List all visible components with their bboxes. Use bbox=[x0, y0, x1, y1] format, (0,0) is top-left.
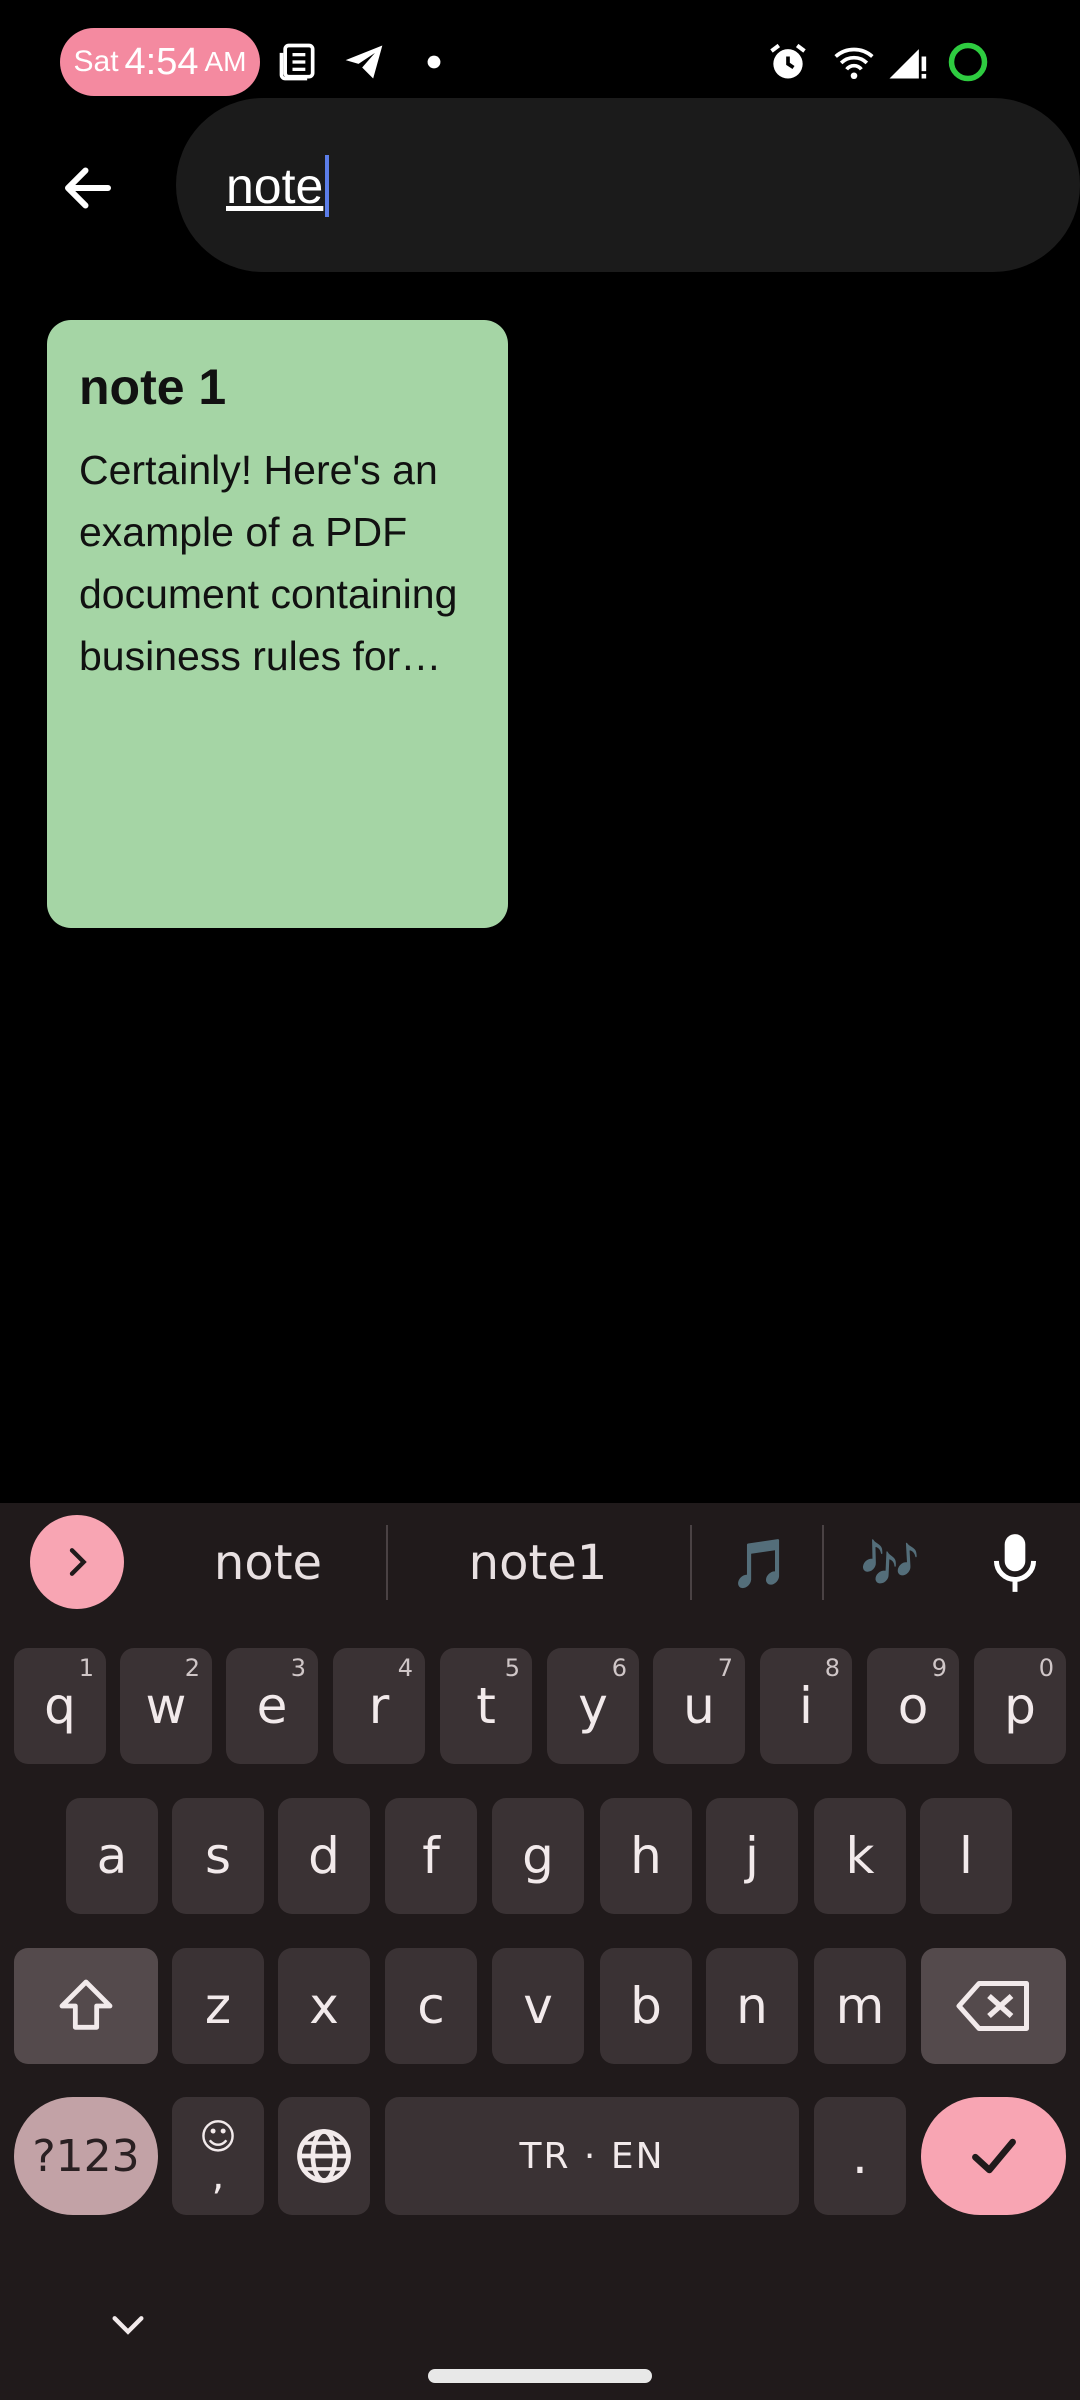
smiley-icon: ☺ bbox=[199, 2117, 237, 2158]
suggestion-1[interactable]: note bbox=[150, 1530, 386, 1596]
key-label: u bbox=[683, 1677, 715, 1735]
key-t[interactable]: t5 bbox=[440, 1648, 532, 1764]
status-day: Sat bbox=[73, 45, 119, 78]
key-label: o bbox=[897, 1677, 929, 1735]
key-x[interactable]: x bbox=[278, 1948, 370, 2064]
key-label: p bbox=[1004, 1677, 1036, 1735]
key-y[interactable]: y6 bbox=[547, 1648, 639, 1764]
key-hint: 6 bbox=[611, 1654, 627, 1682]
telegram-icon bbox=[345, 45, 383, 79]
key-hint: 1 bbox=[78, 1654, 94, 1682]
suggestion-divider bbox=[690, 1525, 692, 1600]
key-hint: 8 bbox=[824, 1654, 840, 1682]
key-b[interactable]: b bbox=[600, 1948, 692, 2064]
hide-keyboard-chevron-icon[interactable] bbox=[108, 2310, 148, 2340]
note-title: note 1 bbox=[79, 359, 227, 415]
key-o[interactable]: o9 bbox=[867, 1648, 959, 1764]
key-hint: 9 bbox=[931, 1654, 947, 1682]
key-r[interactable]: r4 bbox=[333, 1648, 425, 1764]
key-d[interactable]: d bbox=[278, 1798, 370, 1914]
battery-ring-icon bbox=[948, 42, 988, 82]
key-hint: 2 bbox=[184, 1654, 200, 1682]
key-label: w bbox=[145, 1677, 187, 1735]
status-ampm: AM bbox=[204, 46, 247, 77]
backspace-key[interactable] bbox=[921, 1948, 1066, 2064]
checkmark-icon bbox=[971, 2138, 1016, 2174]
emoji-comma-key[interactable]: ☺ , bbox=[172, 2097, 264, 2215]
search-input[interactable]: note bbox=[226, 150, 330, 222]
key-e[interactable]: e3 bbox=[226, 1648, 318, 1764]
suggestion-divider bbox=[822, 1525, 824, 1600]
key-z[interactable]: z bbox=[172, 1948, 264, 2064]
space-bar[interactable]: TR · EN bbox=[385, 2097, 799, 2215]
text-cursor bbox=[325, 155, 330, 217]
key-hint: 3 bbox=[290, 1654, 306, 1682]
shift-key[interactable] bbox=[14, 1948, 158, 2064]
period-key[interactable]: . bbox=[814, 2097, 906, 2215]
news-icon bbox=[279, 43, 315, 81]
emoji-suggestion-music-note[interactable]: 🎵 bbox=[700, 1530, 820, 1596]
key-label: q bbox=[44, 1677, 76, 1735]
key-k[interactable]: k bbox=[814, 1798, 906, 1914]
key-label: i bbox=[799, 1677, 813, 1735]
shift-arrow-icon bbox=[59, 1979, 113, 2030]
gesture-nav-handle[interactable] bbox=[428, 2369, 652, 2383]
globe-icon bbox=[297, 2129, 351, 2183]
note-body: Certainly! Here's an example of a PDF do… bbox=[79, 447, 458, 679]
microphone-icon[interactable] bbox=[990, 1530, 1040, 1596]
backspace-icon bbox=[956, 1981, 1029, 2031]
key-p[interactable]: p0 bbox=[974, 1648, 1066, 1764]
key-label: r bbox=[368, 1677, 390, 1735]
key-s[interactable]: s bbox=[172, 1798, 264, 1914]
search-query: note bbox=[226, 158, 324, 214]
comma-label: , bbox=[211, 2153, 225, 2199]
note-card[interactable]: note 1 Certainly! Here's an example of a… bbox=[47, 320, 508, 928]
key-hint: 5 bbox=[504, 1654, 520, 1682]
key-g[interactable]: g bbox=[492, 1798, 584, 1914]
suggestion-2[interactable]: note1 bbox=[388, 1530, 688, 1596]
key-f[interactable]: f bbox=[385, 1798, 477, 1914]
key-hint: 0 bbox=[1038, 1654, 1054, 1682]
key-m[interactable]: m bbox=[814, 1948, 906, 2064]
key-label: y bbox=[578, 1677, 608, 1735]
emoji-suggestion-music-notes[interactable]: 🎶 bbox=[830, 1530, 950, 1596]
status-time: 4:54 bbox=[124, 40, 199, 83]
key-label: e bbox=[256, 1677, 288, 1735]
key-w[interactable]: w2 bbox=[120, 1648, 212, 1764]
alarm-icon bbox=[770, 43, 806, 79]
key-label: t bbox=[476, 1677, 496, 1735]
key-c[interactable]: c bbox=[385, 1948, 477, 2064]
dot-icon bbox=[427, 55, 441, 69]
expand-toolbar-button[interactable] bbox=[30, 1515, 124, 1609]
done-key[interactable] bbox=[921, 2097, 1066, 2215]
key-l[interactable]: l bbox=[920, 1798, 1012, 1914]
clock-pill: Sat 4:54 AM bbox=[60, 28, 260, 96]
key-q[interactable]: q1 bbox=[14, 1648, 106, 1764]
wifi-icon bbox=[834, 47, 874, 80]
back-arrow-icon[interactable] bbox=[58, 158, 118, 218]
chevron-right-icon bbox=[69, 1548, 87, 1576]
key-a[interactable]: a bbox=[66, 1798, 158, 1914]
key-hint: 4 bbox=[397, 1654, 413, 1682]
symbols-key[interactable]: ?123 bbox=[14, 2097, 158, 2215]
key-h[interactable]: h bbox=[600, 1798, 692, 1914]
key-v[interactable]: v bbox=[492, 1948, 584, 2064]
key-n[interactable]: n bbox=[706, 1948, 798, 2064]
key-j[interactable]: j bbox=[706, 1798, 798, 1914]
key-u[interactable]: u7 bbox=[653, 1648, 745, 1764]
language-key[interactable] bbox=[278, 2097, 370, 2215]
signal-icon bbox=[889, 49, 927, 79]
key-i[interactable]: i8 bbox=[760, 1648, 852, 1764]
key-hint: 7 bbox=[717, 1654, 733, 1682]
